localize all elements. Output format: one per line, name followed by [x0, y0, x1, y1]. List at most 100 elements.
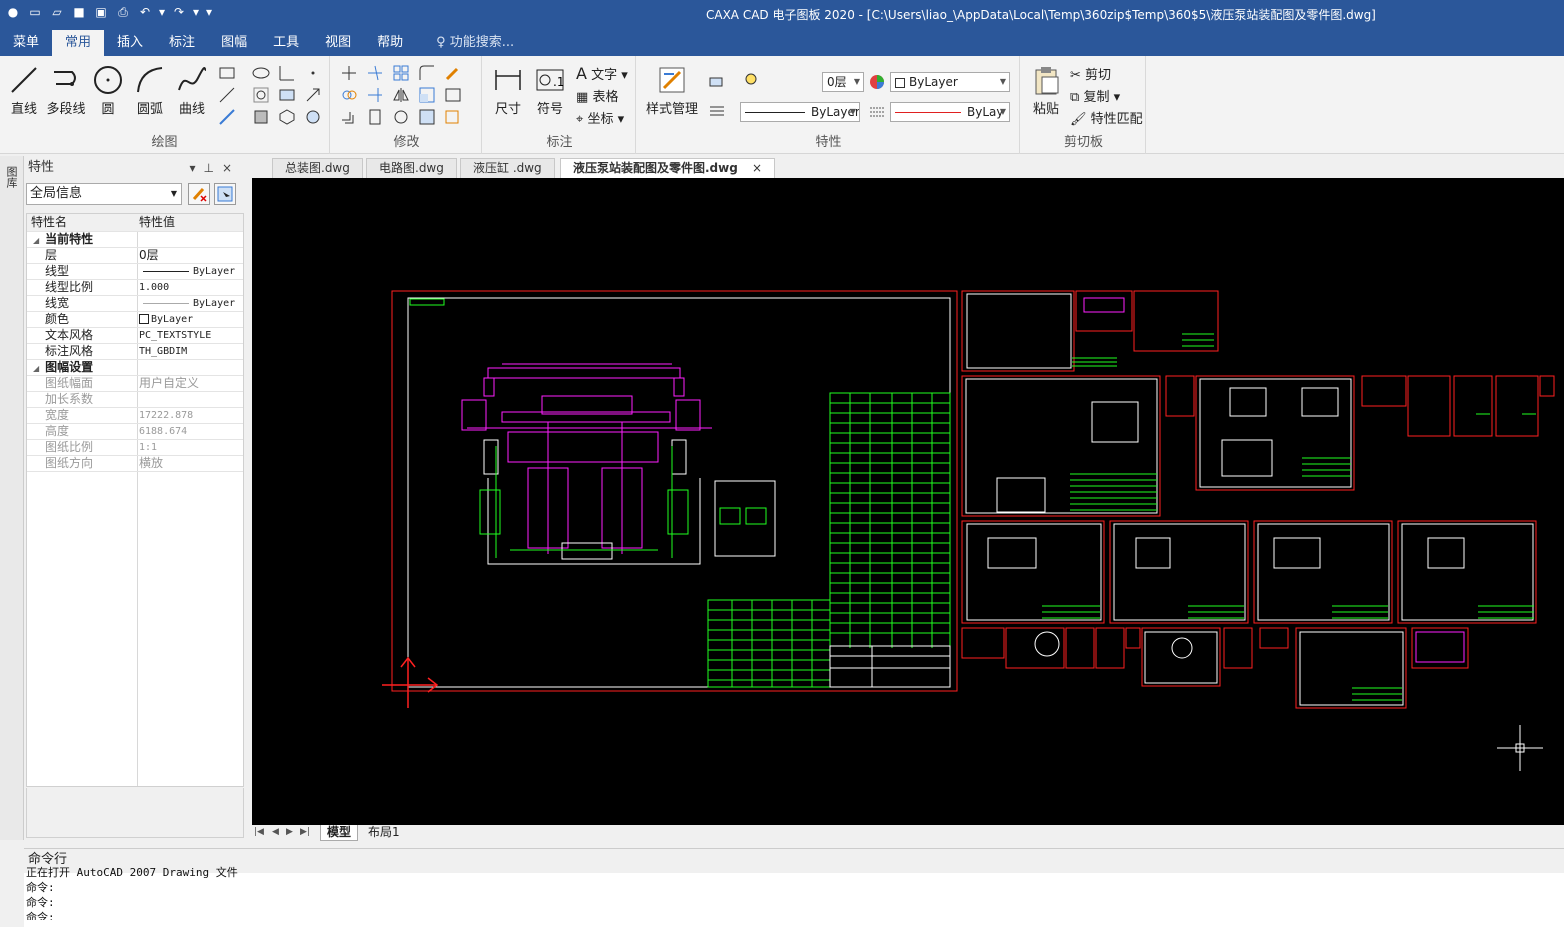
extend-icon[interactable]: [366, 86, 384, 104]
explode-icon[interactable]: [444, 108, 462, 126]
library-tab[interactable]: 图库: [5, 166, 19, 188]
dimension-button[interactable]: 尺寸: [488, 64, 528, 117]
tab-help[interactable]: 帮助: [364, 30, 416, 56]
undo-icon[interactable]: ↶: [136, 3, 154, 21]
linewidth-icon[interactable]: [868, 103, 886, 121]
next-layout-icon[interactable]: ▶: [286, 827, 293, 837]
doc-tab-circuit[interactable]: 电路图.dwg: [366, 158, 457, 178]
section-sheet-settings[interactable]: ◢ 图幅设置: [27, 360, 243, 376]
doc-tab-hydraulic-cylinder[interactable]: 液压缸 .dwg: [460, 158, 555, 178]
prev-layout-icon[interactable]: ◀: [272, 827, 279, 837]
angle-line-icon[interactable]: [278, 64, 296, 82]
prop-row-linetype[interactable]: 线型 ByLayer: [27, 264, 243, 280]
tab-tools[interactable]: 工具: [260, 30, 312, 56]
prop-row-linewidth[interactable]: 线宽 ByLayer: [27, 296, 243, 312]
fillet-icon[interactable]: [418, 64, 436, 82]
prop-row-color[interactable]: 颜色 ByLayer: [27, 312, 243, 328]
erase-icon[interactable]: [444, 64, 462, 82]
app-logo-icon[interactable]: ●: [4, 3, 22, 21]
clear-selection-button[interactable]: [188, 183, 210, 205]
tab-annotate[interactable]: 标注: [156, 30, 208, 56]
tab-menu[interactable]: 菜单: [0, 30, 52, 56]
layer-select[interactable]: 0层 ▼: [822, 72, 864, 92]
redo-dropdown-icon[interactable]: ▾: [192, 3, 200, 21]
pattern-fill-icon[interactable]: [278, 86, 296, 104]
linetype-select[interactable]: ByLayer ▼: [740, 102, 860, 122]
point-icon[interactable]: [304, 64, 322, 82]
arc-button[interactable]: 圆弧: [130, 64, 170, 117]
linewidth-select[interactable]: ByLay ▼: [890, 102, 1010, 122]
open-file-icon[interactable]: ▱: [48, 3, 66, 21]
save-icon[interactable]: ■: [70, 3, 88, 21]
selection-filter-select[interactable]: 全局信息 ▼: [26, 183, 182, 205]
table-button[interactable]: ▦ 表格: [576, 86, 618, 105]
circle-button[interactable]: 圆: [88, 64, 128, 117]
prop-row-text-style[interactable]: 文本风格 PC_TEXTSTYLE: [27, 328, 243, 344]
symbol-button[interactable]: .1 符号: [530, 64, 570, 117]
coordinate-button[interactable]: ⌖ 坐标 ▾: [576, 108, 624, 127]
redo-icon[interactable]: ↷: [170, 3, 188, 21]
paste-button[interactable]: 粘贴: [1026, 64, 1066, 117]
polyline-button[interactable]: 多段线: [46, 64, 86, 117]
feature-search[interactable]: ♀ 功能搜索...: [436, 30, 514, 56]
copy-object-icon[interactable]: [340, 86, 358, 104]
save-all-icon[interactable]: ▣: [92, 3, 110, 21]
ellipse-icon[interactable]: [252, 64, 270, 82]
offset-icon[interactable]: [340, 108, 358, 126]
rectangle-icon[interactable]: [218, 64, 236, 82]
match-properties-button[interactable]: 🖌 特性匹配: [1070, 108, 1143, 127]
command-history[interactable]: 正在打开 AutoCAD 2007 Drawing 文件 命令: 命令: 命令:: [24, 865, 1564, 920]
move-icon[interactable]: [340, 64, 358, 82]
trim-icon[interactable]: [366, 64, 384, 82]
prop-row-linetype-scale[interactable]: 线型比例 1.000: [27, 280, 243, 296]
close-tab-icon[interactable]: ×: [752, 161, 762, 175]
chamfer-icon[interactable]: [418, 108, 436, 126]
undo-dropdown-icon[interactable]: ▾: [158, 3, 166, 21]
quick-select-button[interactable]: [214, 183, 236, 205]
drawing-canvas[interactable]: [252, 178, 1564, 825]
break-icon[interactable]: [366, 108, 384, 126]
centerline-icon[interactable]: [252, 86, 270, 104]
curve-button[interactable]: 曲线: [172, 64, 212, 117]
section-current-properties[interactable]: ◢ 当前特性: [27, 232, 243, 248]
array-icon[interactable]: [392, 64, 410, 82]
customize-qat-icon[interactable]: ▾: [204, 3, 214, 21]
layer-manager-icon[interactable]: [708, 72, 726, 90]
pin-icon[interactable]: ⊥: [203, 161, 221, 175]
prop-row-layer[interactable]: 层 0层: [27, 248, 243, 264]
tab-view[interactable]: 视图: [312, 30, 364, 56]
scale-icon[interactable]: [418, 86, 436, 104]
new-file-icon[interactable]: ▭: [26, 3, 44, 21]
copy-button[interactable]: ⧉ 复制 ▾: [1070, 86, 1120, 105]
arrow-icon[interactable]: [304, 86, 322, 104]
prop-row-dim-style[interactable]: 标注风格 TH_GBDIM: [27, 344, 243, 360]
linetype-icon[interactable]: [708, 102, 726, 120]
color-select[interactable]: ByLayer ▼: [890, 72, 1010, 92]
text-button[interactable]: A 文字 ▾: [576, 64, 628, 83]
last-layout-icon[interactable]: ▶|: [300, 827, 310, 837]
tab-sheet[interactable]: 图幅: [208, 30, 260, 56]
close-icon[interactable]: ×: [222, 161, 240, 175]
hexagon-icon[interactable]: [278, 108, 296, 126]
layout-tab-layout1[interactable]: 布局1: [362, 825, 406, 841]
doc-tab-pump-station[interactable]: 液压泵站装配图及零件图.dwg ×: [560, 158, 776, 178]
rotate-icon[interactable]: [392, 108, 410, 126]
cloud-icon[interactable]: [304, 108, 322, 126]
hatch-icon[interactable]: [218, 86, 236, 104]
block-icon[interactable]: [252, 108, 270, 126]
layout-tab-model[interactable]: 模型: [320, 825, 359, 841]
style-manage-button[interactable]: 样式管理: [646, 64, 698, 117]
tab-common[interactable]: 常用: [52, 30, 105, 56]
doc-tab-assembly[interactable]: 总装图.dwg: [272, 158, 363, 178]
command-prompt[interactable]: 命令:: [24, 910, 1564, 920]
stretch-icon[interactable]: [444, 86, 462, 104]
line-button[interactable]: 直线: [4, 64, 44, 117]
panel-menu-icon[interactable]: ▾: [189, 161, 203, 175]
cut-button[interactable]: ✂ 剪切: [1070, 64, 1111, 83]
print-icon[interactable]: ⎙: [114, 3, 132, 21]
first-layout-icon[interactable]: |◀: [254, 827, 264, 837]
tab-insert[interactable]: 插入: [104, 30, 156, 56]
color-wheel-icon[interactable]: [868, 73, 886, 91]
construction-line-icon[interactable]: [218, 108, 236, 126]
mirror-icon[interactable]: [392, 86, 410, 104]
